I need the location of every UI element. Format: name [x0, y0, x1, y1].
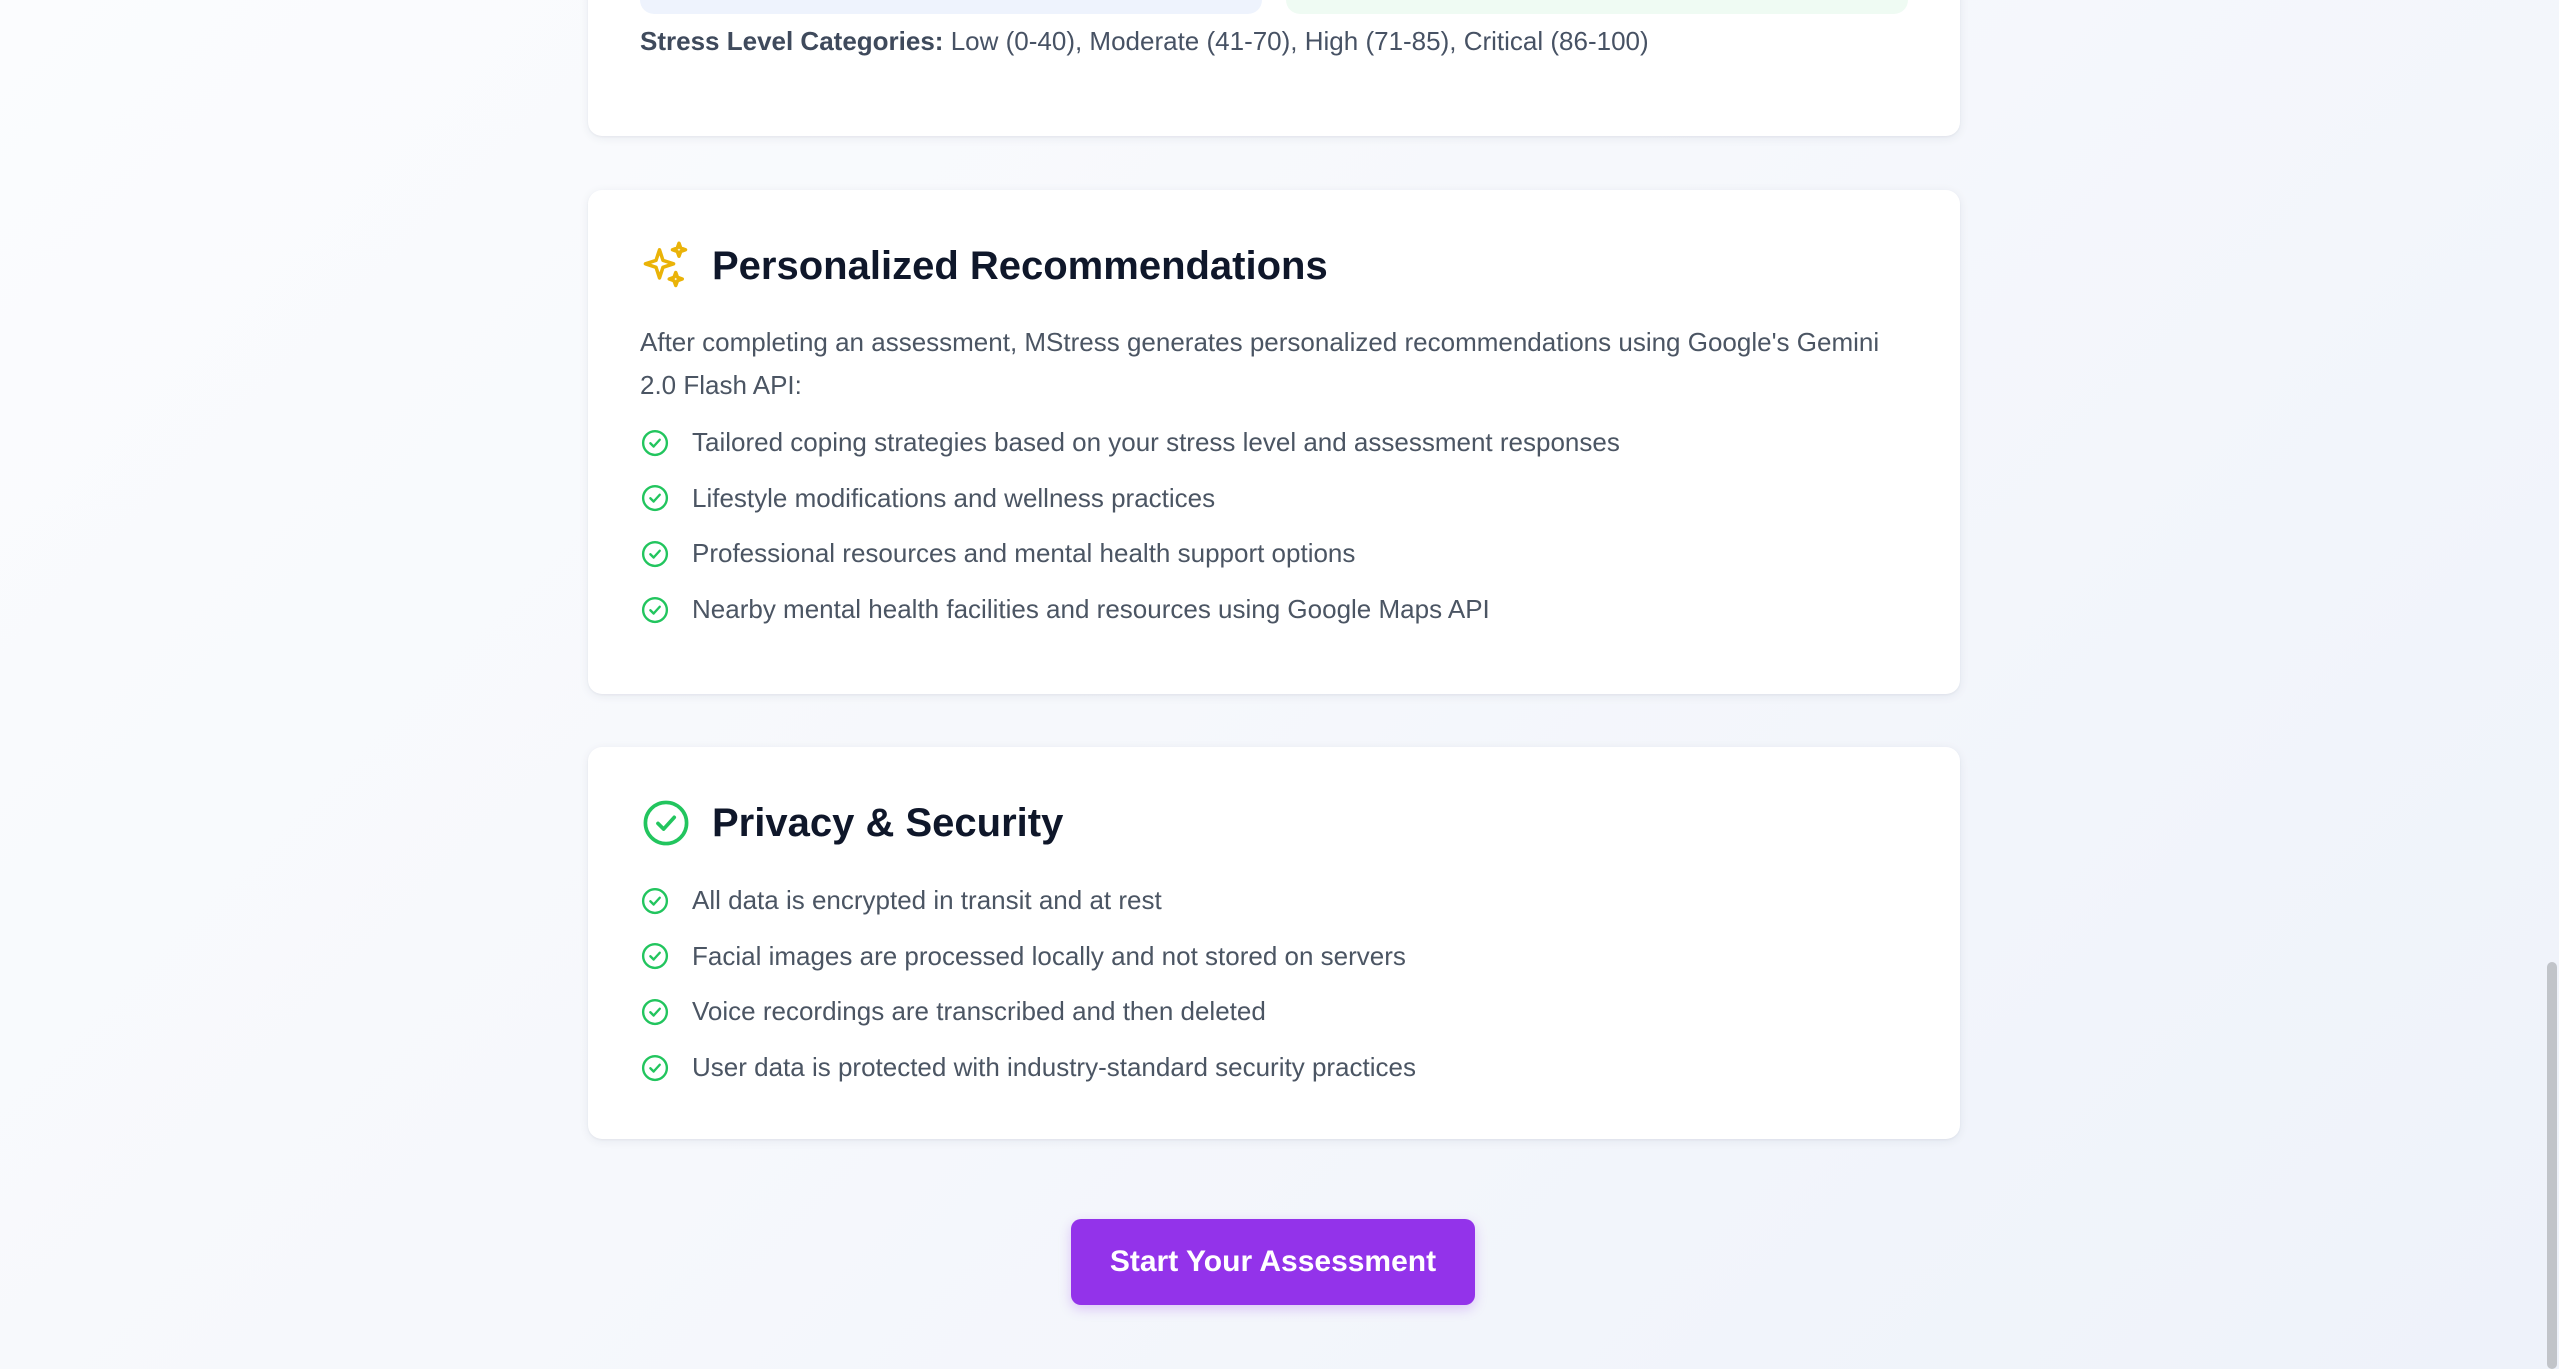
list-item: User data is protected with industry-sta… — [640, 1040, 1416, 1096]
privacy-title: Privacy & Security — [712, 800, 1064, 845]
start-assessment-button[interactable]: Start Your Assessment — [1071, 1219, 1475, 1305]
recommendations-header: Personalized Recommendations — [640, 240, 1328, 292]
list-item-text: User data is protected with industry-sta… — [692, 1052, 1416, 1083]
list-item-text: Voice recordings are transcribed and the… — [692, 996, 1266, 1027]
list-item: All data is encrypted in transit and at … — [640, 873, 1416, 929]
shield-check-icon — [643, 800, 689, 846]
stress-level-label: Stress Level Categories: — [640, 26, 944, 56]
scrollbar[interactable] — [2545, 0, 2559, 1369]
check-circle-icon — [641, 596, 669, 623]
check-circle-icon — [641, 540, 669, 568]
check-circle-icon — [641, 429, 669, 456]
privacy-header: Privacy & Security — [640, 797, 1063, 849]
recommendations-card: Personalized Recommendations After compl… — [588, 190, 1960, 694]
scoring-tile-green — [1286, 0, 1908, 14]
list-item-text: Nearby mental health facilities and reso… — [692, 594, 1490, 625]
list-item: Tailored coping strategies based on your… — [640, 415, 1620, 471]
stress-level-categories: Stress Level Categories: Low (0-40), Mod… — [640, 26, 1649, 57]
recommendations-list: Tailored coping strategies based on your… — [640, 415, 1620, 637]
sparkles-icon — [643, 241, 688, 288]
list-item-text: Professional resources and mental health… — [692, 538, 1356, 569]
check-circle-icon — [641, 887, 669, 914]
scrollbar-thumb[interactable] — [2547, 962, 2557, 1369]
check-circle-icon — [641, 1054, 669, 1081]
privacy-card: Privacy & Security All data is encrypted… — [588, 747, 1960, 1139]
check-circle-icon — [641, 998, 669, 1026]
list-item-text: Tailored coping strategies based on your… — [692, 427, 1620, 458]
recommendations-intro: After completing an assessment, MStress … — [640, 327, 1880, 400]
list-item-text: Facial images are processed locally and … — [692, 940, 1406, 971]
list-item: Facial images are processed locally and … — [640, 929, 1416, 985]
list-item-text: Lifestyle modifications and wellness pra… — [692, 482, 1216, 513]
list-item: Nearby mental health facilities and reso… — [640, 582, 1620, 638]
list-item-text: All data is encrypted in transit and at … — [692, 885, 1162, 916]
check-circle-icon — [641, 485, 669, 512]
list-item: Lifestyle modifications and wellness pra… — [640, 471, 1620, 527]
scoring-card: Stress Level Categories: Low (0-40), Mod… — [588, 0, 1960, 136]
scoring-tile-blue — [640, 0, 1262, 14]
privacy-list: All data is encrypted in transit and at … — [640, 873, 1416, 1095]
stress-level-values: Low (0-40), Moderate (41-70), High (71-8… — [950, 26, 1649, 56]
recommendations-title: Personalized Recommendations — [712, 243, 1328, 288]
list-item: Professional resources and mental health… — [640, 526, 1620, 582]
list-item: Voice recordings are transcribed and the… — [640, 984, 1416, 1040]
check-circle-icon — [641, 943, 669, 970]
